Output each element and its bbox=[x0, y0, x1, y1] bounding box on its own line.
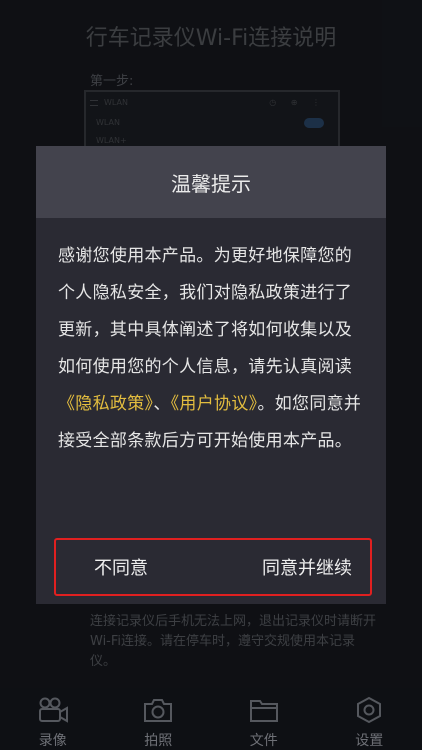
gear-icon bbox=[352, 696, 386, 724]
tab-photo-label: 拍照 bbox=[144, 733, 173, 749]
tab-files[interactable]: 文件 bbox=[211, 688, 317, 750]
privacy-dialog: 温馨提示 感谢您使用本产品。为更好地保障您的个人隐私安全，我们对隐私政策进行了更… bbox=[36, 146, 386, 604]
dialog-text-part1: 感谢您使用本产品。为更好地保障您的个人隐私安全，我们对隐私政策进行了更新，其中具… bbox=[58, 246, 353, 377]
tab-settings[interactable]: 设置 bbox=[317, 688, 422, 750]
agree-continue-button[interactable]: 同意并继续 bbox=[262, 554, 352, 580]
bottom-tab-bar: 录像 拍照 文件 设置 bbox=[0, 688, 422, 750]
privacy-policy-link[interactable]: 《隐私政策》 bbox=[58, 394, 153, 414]
dialog-actions: 不同意 同意并继续 bbox=[54, 538, 372, 596]
video-camera-icon bbox=[36, 696, 70, 724]
tab-record-label: 录像 bbox=[38, 733, 67, 749]
tab-record[interactable]: 录像 bbox=[0, 688, 106, 750]
dialog-message: 感谢您使用本产品。为更好地保障您的个人隐私安全，我们对隐私政策进行了更新，其中具… bbox=[36, 218, 386, 460]
link-separator: 、 bbox=[153, 394, 171, 414]
user-agreement-link[interactable]: 《用户协议》 bbox=[171, 394, 258, 414]
dialog-title: 温馨提示 bbox=[36, 146, 386, 218]
disagree-button[interactable]: 不同意 bbox=[94, 554, 148, 580]
tab-files-label: 文件 bbox=[249, 733, 278, 749]
tab-settings-label: 设置 bbox=[355, 733, 384, 749]
folder-icon bbox=[247, 696, 281, 724]
camera-icon bbox=[141, 696, 175, 724]
tab-photo[interactable]: 拍照 bbox=[106, 688, 212, 750]
